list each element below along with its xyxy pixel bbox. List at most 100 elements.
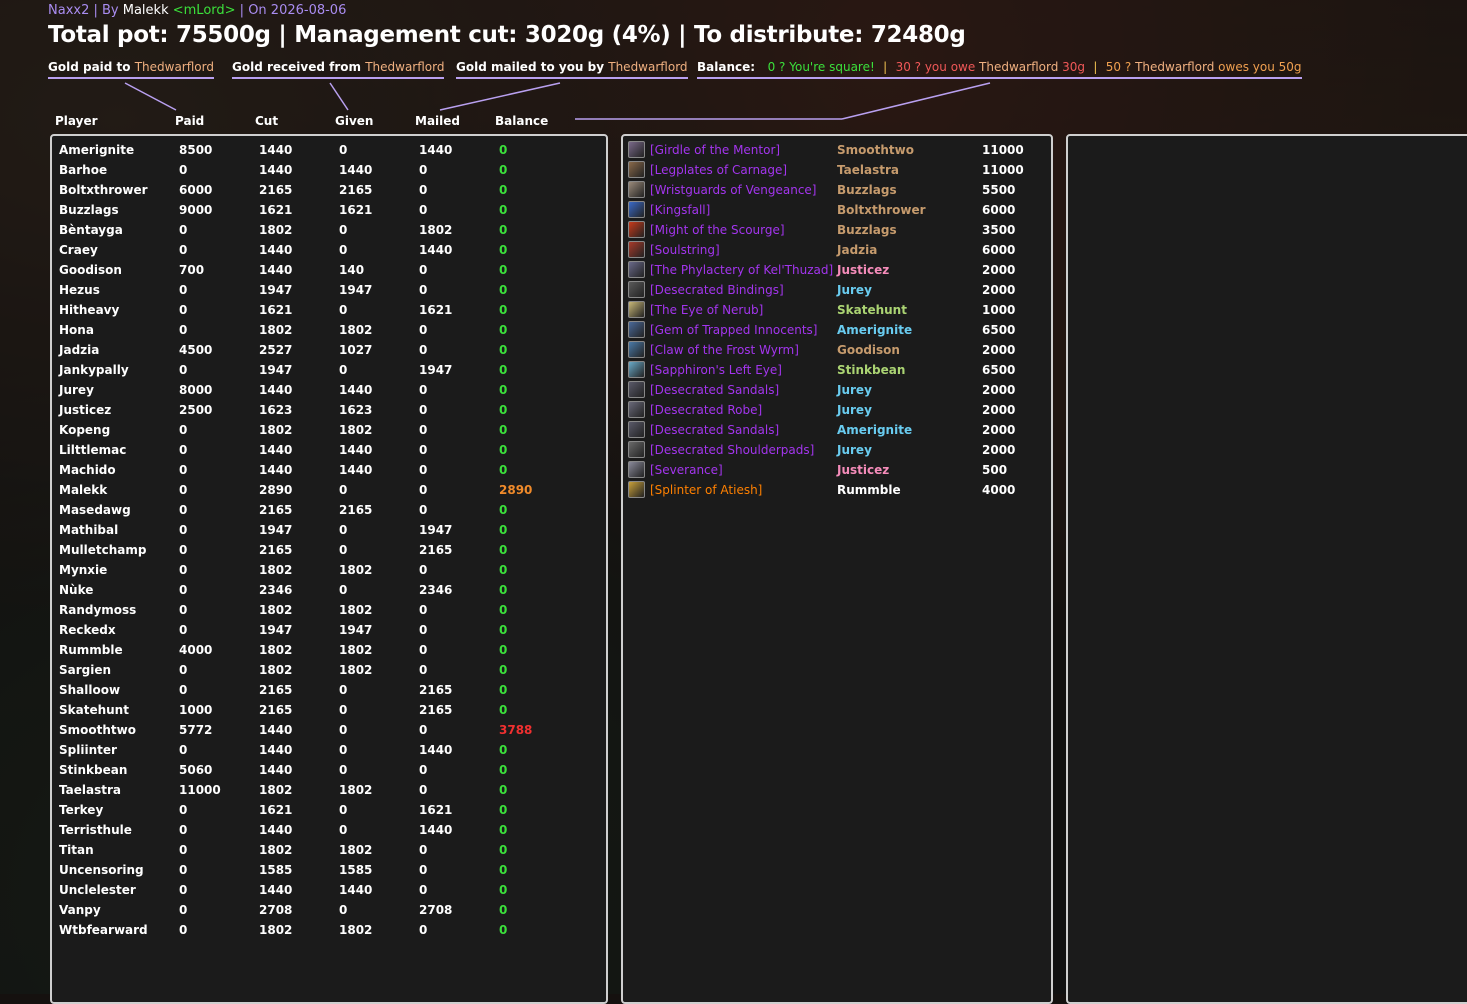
player-row[interactable]: Stinkbean 5060 1440 0 0 0 [52,760,606,780]
item-link[interactable]: [Legplates of Carnage] [650,163,787,177]
loot-row[interactable]: [Gem of Trapped Innocents] Amerignite 6500 [623,320,1051,340]
loot-row[interactable]: [The Phylactery of Kel'Thuzad] Justicez 20… [623,260,1051,280]
item-link[interactable]: [Severance] [650,463,723,477]
balance-value: 0 [499,383,508,397]
item-link[interactable]: [Might of the Scourge] [650,223,785,237]
player-row[interactable]: Boltxthrower 6000 2165 2165 0 0 [52,180,606,200]
item-link[interactable]: [Splinter of Atiesh] [650,483,762,497]
loot-row[interactable]: [The Eye of Nerub] Skatehunt 1000 [623,300,1051,320]
player-row[interactable]: Skatehunt 1000 2165 0 2165 0 [52,700,606,720]
player-row[interactable]: Wtbfearward 0 1802 1802 0 0 [52,920,606,940]
player-row[interactable]: Amerignite 8500 1440 0 1440 0 [52,140,606,160]
player-row[interactable]: Reckedx 0 1947 1947 0 0 [52,620,606,640]
player-row[interactable]: Goodison 700 1440 140 0 0 [52,260,606,280]
player-row[interactable]: Buzzlags 9000 1621 1621 0 0 [52,200,606,220]
player-row[interactable]: Bèntayga 0 1802 0 1802 0 [52,220,606,240]
player-row[interactable]: Randymoss 0 1802 1802 0 0 [52,600,606,620]
balance-value: 0 [499,263,508,277]
player-row[interactable]: Lilttlemac 0 1440 1440 0 0 [52,440,606,460]
loot-row[interactable]: [Desecrated Bindings] Jurey 2000 [623,280,1051,300]
player-row[interactable]: Kopeng 0 1802 1802 0 0 [52,420,606,440]
item-link[interactable]: [Desecrated Shoulderpads] [650,443,814,457]
player-row[interactable]: Uncensoring 0 1585 1585 0 0 [52,860,606,880]
player-row[interactable]: Jankypally 0 1947 0 1947 0 [52,360,606,380]
item-link[interactable]: [Wristguards of Vengeance] [650,183,816,197]
loot-row[interactable]: [Desecrated Sandals] Jurey 2000 [623,380,1051,400]
loot-row[interactable]: [Severance] Justicez 500 [623,460,1051,480]
player-row[interactable]: Terristhule 0 1440 0 1440 0 [52,820,606,840]
item-link[interactable]: [Sapphiron's Left Eye] [650,363,782,377]
players-panel[interactable]: Amerignite 8500 1440 0 1440 0 Barhoe 0 1440 1440 0… [50,134,608,1004]
player-row[interactable]: Craey 0 1440 0 1440 0 [52,240,606,260]
balance-value: 3788 [499,723,533,737]
player-row[interactable]: Spliinter 0 1440 0 1440 0 [52,740,606,760]
item-link[interactable]: [The Eye of Nerub] [650,303,763,317]
winner-name: Smoothtwo [837,143,914,157]
item-link[interactable]: [Desecrated Sandals] [650,383,779,397]
player-name: Mynxie [59,563,108,577]
player-row[interactable]: Unclelester 0 1440 1440 0 0 [52,880,606,900]
player-row[interactable]: Hitheavy 0 1621 0 1621 0 [52,300,606,320]
winner-name: Skatehunt [837,303,907,317]
balance-value: 0 [499,283,508,297]
given-value: 0 [339,763,348,777]
loot-row[interactable]: [Desecrated Robe] Jurey 2000 [623,400,1051,420]
given-value: 1440 [339,443,373,457]
paid-value: 0 [179,743,188,757]
item-link[interactable]: [Desecrated Robe] [650,403,762,417]
loot-row[interactable]: [Splinter of Atiesh] Rummble 4000 [623,480,1051,500]
loot-row[interactable]: [Girdle of the Mentor] Smoothtwo 11000 [623,140,1051,160]
player-row[interactable]: Mathibal 0 1947 0 1947 0 [52,520,606,540]
player-name: Boltxthrower [59,183,148,197]
loot-row[interactable]: [Claw of the Frost Wyrm] Goodison 2000 [623,340,1051,360]
player-row[interactable]: Malekk 0 2890 0 0 2890 [52,480,606,500]
item-link[interactable]: [The Phylactery of Kel'Thuzad] [650,263,833,277]
loot-row[interactable]: [Desecrated Shoulderpads] Jurey 2000 [623,440,1051,460]
loot-row[interactable]: [Might of the Scourge] Buzzlags 3500 [623,220,1051,240]
item-link[interactable]: [Soulstring] [650,243,720,257]
cut-value: 1802 [259,323,293,337]
item-link[interactable]: [Desecrated Sandals] [650,423,779,437]
loot-panel[interactable]: [Girdle of the Mentor] Smoothtwo 11000 [Leg… [621,134,1053,1004]
player-row[interactable]: Mynxie 0 1802 1802 0 0 [52,560,606,580]
loot-row[interactable]: [Wristguards of Vengeance] Buzzlags 5500 [623,180,1051,200]
player-row[interactable]: Taelastra 11000 1802 1802 0 0 [52,780,606,800]
item-link[interactable]: [Kingsfall] [650,203,710,217]
player-row[interactable]: Titan 0 1802 1802 0 0 [52,840,606,860]
loot-row[interactable]: [Soulstring] Jadzia 6000 [623,240,1051,260]
loot-row[interactable]: [Desecrated Sandals] Amerignite 2000 [623,420,1051,440]
item-link[interactable]: [Claw of the Frost Wyrm] [650,343,799,357]
player-row[interactable]: Machido 0 1440 1440 0 0 [52,460,606,480]
cut-value: 1802 [259,843,293,857]
player-row[interactable]: Shalloow 0 2165 0 2165 0 [52,680,606,700]
given-value: 0 [339,903,348,917]
given-value: 0 [339,143,348,157]
balance-value: 0 [499,923,508,937]
player-row[interactable]: Hezus 0 1947 1947 0 0 [52,280,606,300]
player-row[interactable]: Rummble 4000 1802 1802 0 0 [52,640,606,660]
paid-value: 8500 [179,143,213,157]
player-name: Hona [59,323,94,337]
player-row[interactable]: Smoothtwo 5772 1440 0 0 3788 [52,720,606,740]
player-row[interactable]: Jadzia 4500 2527 1027 0 0 [52,340,606,360]
player-row[interactable]: Vanpy 0 2708 0 2708 0 [52,900,606,920]
player-row[interactable]: Terkey 0 1621 0 1621 0 [52,800,606,820]
item-link[interactable]: [Desecrated Bindings] [650,283,784,297]
polearm-icon [628,301,645,318]
player-row[interactable]: Jurey 8000 1440 1440 0 0 [52,380,606,400]
bid-amount: 1000 [982,303,1016,317]
item-link[interactable]: [Girdle of the Mentor] [650,143,780,157]
player-row[interactable]: Mulletchamp 0 2165 0 2165 0 [52,540,606,560]
player-row[interactable]: Hona 0 1802 1802 0 0 [52,320,606,340]
loot-row[interactable]: [Sapphiron's Left Eye] Stinkbean 6500 [623,360,1051,380]
mailed-value: 1947 [419,363,453,377]
loot-row[interactable]: [Kingsfall] Boltxthrower 6000 [623,200,1051,220]
item-link[interactable]: [Gem of Trapped Innocents] [650,323,817,337]
cut-value: 2708 [259,903,293,917]
player-row[interactable]: Barhoe 0 1440 1440 0 0 [52,160,606,180]
player-row[interactable]: Nùke 0 2346 0 2346 0 [52,580,606,600]
player-row[interactable]: Sargien 0 1802 1802 0 0 [52,660,606,680]
player-row[interactable]: Masedawg 0 2165 2165 0 0 [52,500,606,520]
player-row[interactable]: Justicez 2500 1623 1623 0 0 [52,400,606,420]
loot-row[interactable]: [Legplates of Carnage] Taelastra 11000 [623,160,1051,180]
